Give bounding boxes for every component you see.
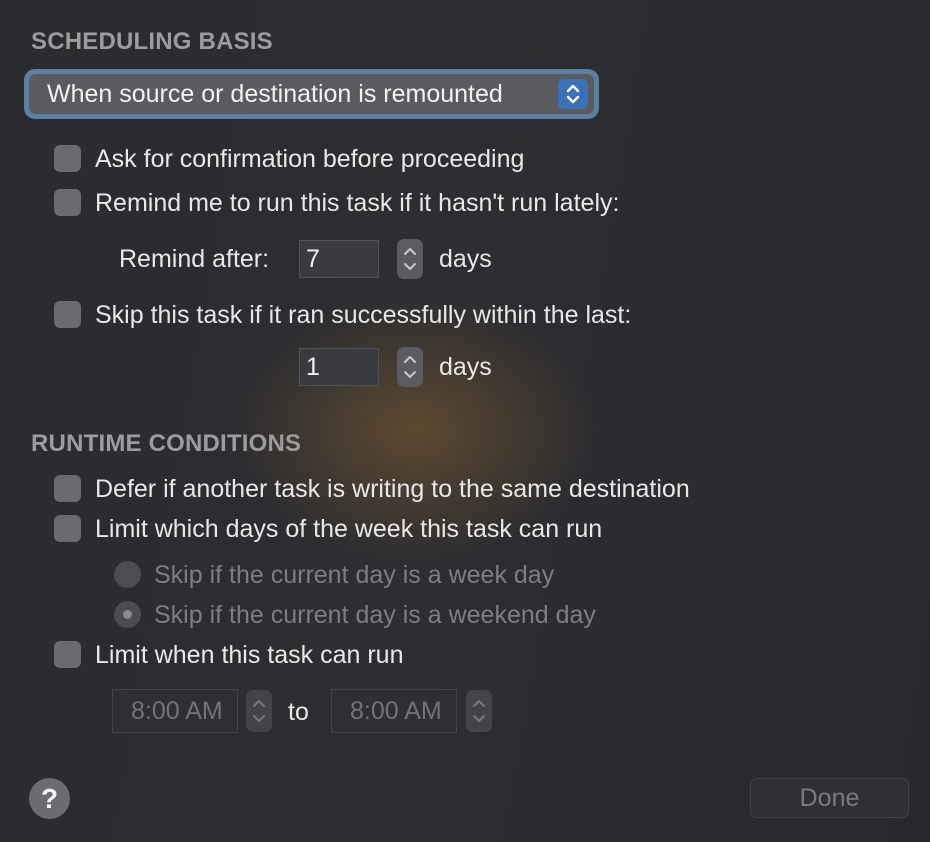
scheduling-basis-header: SCHEDULING BASIS	[31, 28, 273, 55]
skip-if-ran-checkbox[interactable]	[54, 301, 81, 328]
remind-after-value: 7	[306, 245, 320, 273]
help-button[interactable]: ?	[29, 778, 70, 819]
up-down-arrows-icon[interactable]	[558, 79, 588, 109]
skip-within-value: 1	[306, 353, 320, 381]
remind-unit-label: days	[439, 245, 492, 273]
runtime-conditions-header: RUNTIME CONDITIONS	[31, 430, 302, 457]
skip-weekend-radio[interactable]	[114, 601, 141, 628]
limit-time-label: Limit when this task can run	[95, 641, 404, 669]
remind-label: Remind me to run this task if it hasn't …	[95, 189, 620, 217]
defer-label: Defer if another task is writing to the …	[95, 475, 690, 503]
limit-time-checkbox[interactable]	[54, 641, 81, 668]
remind-after-stepper[interactable]	[397, 239, 423, 279]
limit-days-label: Limit which days of the week this task c…	[95, 515, 603, 543]
skip-unit-label: days	[439, 353, 492, 381]
skip-weekday-radio[interactable]	[114, 561, 141, 588]
done-button[interactable]: Done	[750, 778, 909, 818]
radio-selected-dot	[123, 610, 132, 619]
remind-checkbox[interactable]	[54, 189, 81, 216]
ask-confirmation-label: Ask for confirmation before proceeding	[95, 145, 525, 173]
limit-days-checkbox[interactable]	[54, 515, 81, 542]
remind-after-label: Remind after:	[119, 245, 270, 273]
ask-confirmation-checkbox[interactable]	[54, 145, 81, 172]
skip-if-ran-label: Skip this task if it ran successfully wi…	[95, 301, 632, 329]
scheduling-basis-select-value: When source or destination is remounted	[47, 80, 503, 108]
defer-checkbox[interactable]	[54, 475, 81, 502]
skip-weekend-label: Skip if the current day is a weekend day	[154, 601, 596, 629]
time-from-stepper[interactable]	[246, 690, 272, 732]
time-to-stepper[interactable]	[466, 690, 492, 732]
skip-within-stepper[interactable]	[397, 347, 423, 387]
time-to-label: to	[288, 698, 309, 726]
time-from-value: 8:00 AM	[131, 697, 223, 725]
time-to-value: 8:00 AM	[350, 697, 442, 725]
skip-weekday-label: Skip if the current day is a week day	[154, 561, 555, 589]
